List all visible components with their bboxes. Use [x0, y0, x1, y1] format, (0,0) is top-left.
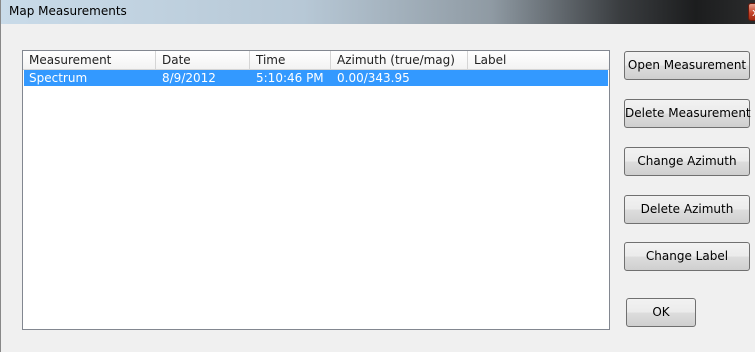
- ok-button[interactable]: OK: [626, 298, 696, 327]
- window-title: Map Measurements: [9, 4, 127, 18]
- measurements-list[interactable]: Measurement Date Time Azimuth (true/mag)…: [22, 50, 610, 330]
- table-row[interactable]: Spectrum 8/9/2012 5:10:46 PM 0.00/343.95: [24, 70, 608, 86]
- cell-date: 8/9/2012: [162, 71, 216, 85]
- column-header-label[interactable]: Label: [468, 51, 609, 70]
- list-header: Measurement Date Time Azimuth (true/mag)…: [23, 51, 609, 70]
- cell-measurement: Spectrum: [29, 71, 88, 85]
- column-header-azimuth[interactable]: Azimuth (true/mag): [331, 51, 468, 70]
- map-measurements-dialog: Map Measurements x Measurement Date Time…: [0, 0, 755, 352]
- close-icon[interactable]: x: [748, 3, 755, 21]
- column-header-date[interactable]: Date: [156, 51, 250, 70]
- cell-time: 5:10:46 PM: [256, 71, 324, 85]
- delete-measurement-button[interactable]: Delete Measurement: [624, 99, 751, 128]
- delete-azimuth-button[interactable]: Delete Azimuth: [624, 195, 750, 224]
- open-measurement-button[interactable]: Open Measurement: [624, 51, 750, 80]
- column-header-time[interactable]: Time: [250, 51, 331, 70]
- cell-label: [469, 70, 608, 86]
- cell-azimuth: 0.00/343.95: [337, 71, 410, 85]
- change-azimuth-button[interactable]: Change Azimuth: [624, 147, 750, 176]
- change-label-button[interactable]: Change Label: [624, 242, 750, 271]
- title-bar[interactable]: Map Measurements x: [1, 0, 755, 24]
- column-header-measurement[interactable]: Measurement: [23, 51, 156, 70]
